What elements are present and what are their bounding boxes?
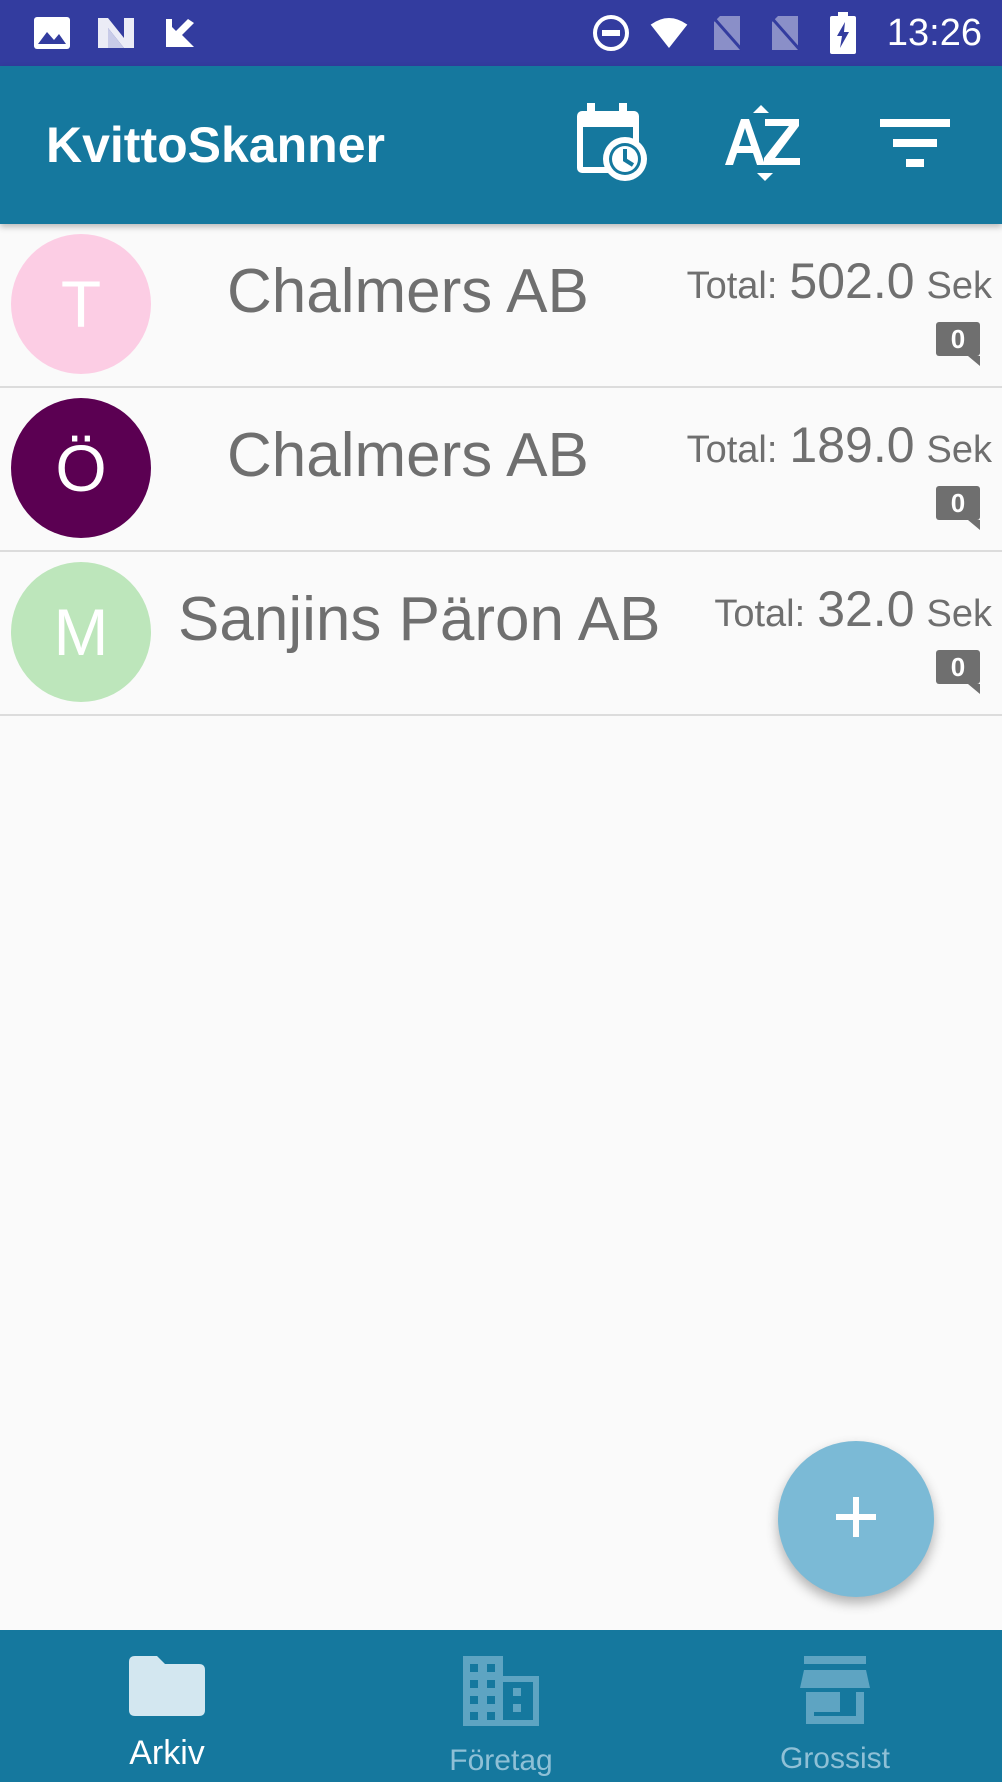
total-label: Total:: [714, 593, 806, 635]
total-value: 502.0: [789, 253, 915, 309]
status-left-icons: [32, 13, 200, 53]
do-not-disturb-icon: [591, 13, 631, 53]
bottom-navigation: Arkiv Företag Grossist: [0, 1630, 1002, 1782]
receipt-list: T Chalmers AB Total: 502.0 Sek 0 Ö Chalm…: [0, 224, 1002, 716]
list-item[interactable]: Ö Chalmers AB Total: 189.0 Sek 0: [0, 388, 1002, 552]
battery-charging-icon: [823, 12, 863, 54]
image-icon: [32, 13, 72, 53]
total-value: 189.0: [789, 417, 915, 473]
sort-az-icon: [723, 103, 803, 187]
avatar: M: [11, 562, 151, 702]
list-item[interactable]: T Chalmers AB Total: 502.0 Sek 0: [0, 224, 1002, 388]
calendar-clock-icon: [573, 103, 649, 187]
check-badge-icon: [160, 13, 200, 53]
currency-label: Sek: [926, 593, 992, 635]
nav-label: Arkiv: [129, 1734, 205, 1772]
filter-button[interactable]: [872, 102, 958, 188]
status-right-icons: 13:26: [591, 12, 982, 55]
status-time: 13:26: [886, 11, 982, 54]
store-icon: [800, 1656, 870, 1728]
add-receipt-button[interactable]: [778, 1441, 934, 1597]
nav-item-arkiv[interactable]: Arkiv: [0, 1630, 334, 1782]
comment-count: 0: [950, 651, 966, 682]
n-logo-icon: [96, 13, 136, 53]
nav-label: Företag: [449, 1744, 553, 1777]
nav-label: Grossist: [779, 1742, 890, 1775]
no-sim-icon: [707, 13, 747, 53]
nav-item-grossist[interactable]: Grossist: [668, 1630, 1002, 1782]
currency-label: Sek: [926, 265, 992, 307]
wifi-icon: [649, 13, 689, 53]
app-title: KvittoSkanner: [46, 117, 385, 173]
comment-badge: 0: [936, 322, 980, 366]
status-bar: 13:26: [0, 0, 1002, 66]
comment-badge: 0: [936, 486, 980, 530]
sort-alphabetical-button[interactable]: [720, 102, 806, 188]
total-label: Total:: [686, 429, 778, 471]
nav-item-foretag[interactable]: Företag: [334, 1630, 668, 1782]
currency-label: Sek: [926, 429, 992, 471]
receipt-total: Total: 32.0 Sek: [714, 580, 992, 638]
app-bar-actions: [568, 102, 958, 188]
comment-count: 0: [950, 487, 966, 518]
company-name: Chalmers AB: [227, 421, 589, 490]
company-name: Sanjins Päron AB: [178, 585, 661, 654]
folder-icon: [129, 1656, 205, 1720]
avatar: T: [11, 234, 151, 374]
filter-icon: [880, 119, 950, 171]
total-label: Total:: [686, 265, 778, 307]
avatar: Ö: [11, 398, 151, 538]
receipt-total: Total: 502.0 Sek: [687, 252, 992, 310]
comment-badge: 0: [936, 650, 980, 694]
building-icon: [463, 1656, 539, 1730]
receipt-total: Total: 189.0 Sek: [687, 416, 992, 474]
no-sim-icon: [765, 13, 805, 53]
total-value: 32.0: [817, 581, 915, 637]
company-name: Chalmers AB: [227, 257, 589, 326]
comment-count: 0: [950, 323, 966, 354]
sort-by-date-button[interactable]: [568, 102, 654, 188]
list-item[interactable]: M Sanjins Päron AB Total: 32.0 Sek 0: [0, 552, 1002, 716]
app-bar: KvittoSkanner: [0, 66, 1002, 224]
plus-icon: [834, 1495, 878, 1543]
